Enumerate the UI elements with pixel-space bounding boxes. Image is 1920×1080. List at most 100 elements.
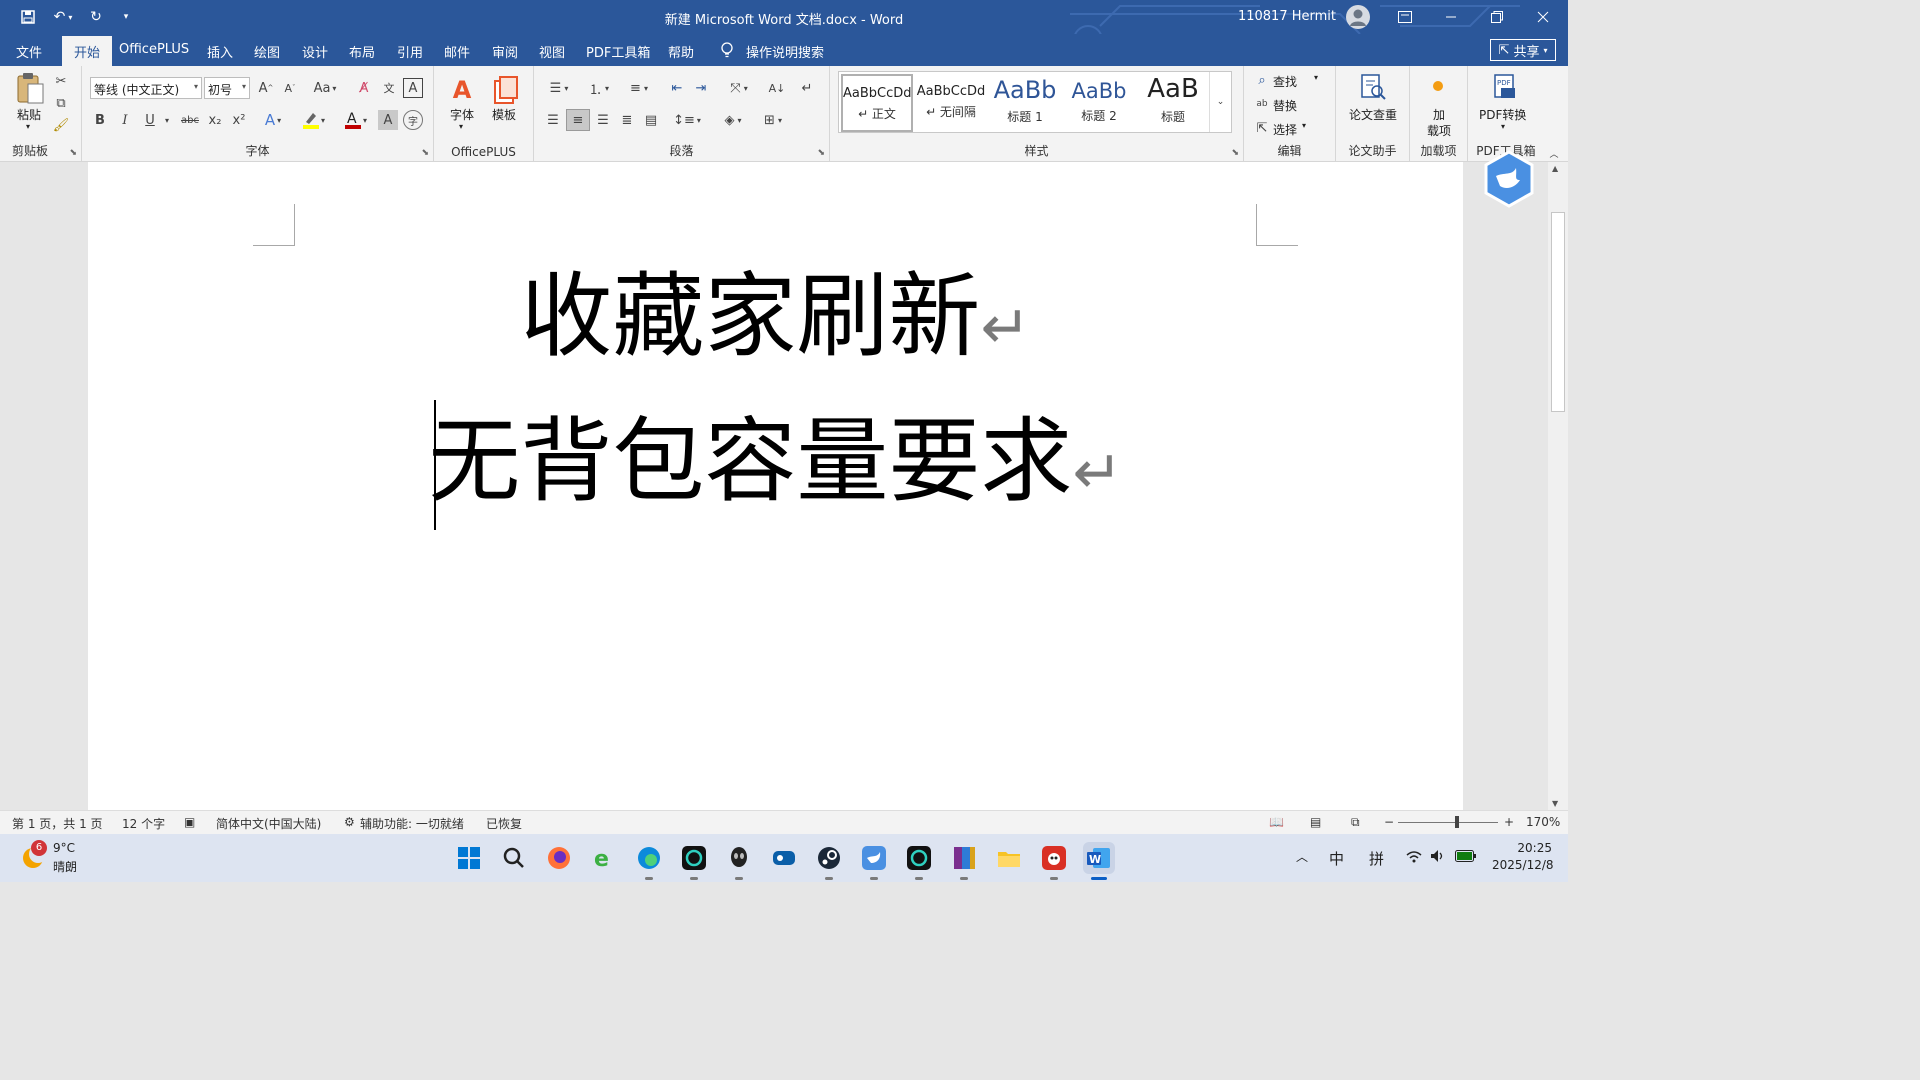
style-no-spacing[interactable]: AaBbCcDd ↵ 无间隔 (915, 74, 987, 132)
redo-icon[interactable]: ↻ (84, 6, 108, 28)
multilevel-list-icon[interactable]: ≡ ▾ (622, 78, 656, 98)
tab-view[interactable]: 视图 (539, 42, 565, 61)
increase-indent-icon[interactable]: ⇥ (690, 78, 712, 98)
customize-qat-icon[interactable]: ▾ (114, 6, 138, 28)
chevron-down-icon[interactable]: ▾ (1314, 73, 1318, 82)
bullets-icon[interactable]: ☰ ▾ (542, 78, 576, 98)
tab-layout[interactable]: 布局 (349, 42, 375, 61)
font-name-select[interactable]: 等线 (中文正文) ▾ (90, 77, 202, 99)
copy-icon[interactable]: ⧉ (52, 94, 70, 112)
text-effects-icon[interactable]: A ▾ (258, 110, 288, 130)
save-icon[interactable] (16, 6, 40, 28)
shading-icon[interactable]: ◈ ▾ (716, 110, 750, 130)
underline-button[interactable]: U (140, 110, 160, 130)
avatar[interactable] (1346, 5, 1370, 29)
tab-review[interactable]: 审阅 (492, 42, 518, 61)
tab-officeplus[interactable]: OfficePLUS (119, 42, 189, 57)
superscript-button[interactable]: x² (229, 110, 249, 130)
battery-icon[interactable] (1455, 850, 1477, 865)
chevron-down-icon[interactable]: ▾ (459, 122, 463, 131)
read-mode-icon[interactable]: 📖 (1269, 815, 1284, 829)
word-count[interactable]: 12 个字 (122, 815, 165, 832)
feishu-icon[interactable] (858, 842, 890, 880)
style-normal[interactable]: AaBbCcDd ↵ 正文 (841, 74, 913, 132)
plagiarism-check-icon[interactable] (1358, 72, 1388, 102)
temperature[interactable]: 9°C (53, 841, 75, 855)
dialog-launcher-icon[interactable]: ⬊ (1231, 148, 1239, 158)
chevron-up-icon[interactable]: ︿ (1296, 848, 1308, 865)
zoom-out-button[interactable]: − (1384, 815, 1394, 829)
tab-design[interactable]: 设计 (302, 42, 328, 61)
scroll-down-icon[interactable]: ▼ (1552, 799, 1558, 808)
start-icon[interactable] (453, 842, 485, 874)
document-paragraph[interactable]: 无背包容量要求↵ (88, 407, 1463, 528)
scroll-up-icon[interactable]: ▲ (1552, 164, 1558, 173)
zoom-level[interactable]: 170% (1526, 815, 1560, 829)
officeplus-font-button[interactable]: 字体 (450, 106, 474, 123)
word-taskbar-icon[interactable]: W (1083, 842, 1115, 880)
winrar-icon[interactable] (948, 842, 980, 880)
template-icon[interactable] (490, 74, 522, 106)
ime-language[interactable]: 中 (1329, 848, 1344, 869)
align-left-icon[interactable]: ☰ (542, 110, 564, 130)
file-explorer-icon[interactable] (993, 842, 1025, 874)
paste-icon[interactable] (14, 72, 46, 106)
tab-home[interactable]: 开始 (62, 36, 113, 66)
paste-dropdown-icon[interactable]: ▾ (26, 122, 30, 131)
share-button[interactable]: ⇱ 共享 ▾ (1490, 39, 1556, 61)
accessibility-icon[interactable]: ⚙ (344, 815, 355, 829)
cut-icon[interactable]: ✂ (52, 72, 70, 90)
numbering-icon[interactable]: ⒈ ▾ (582, 78, 616, 98)
style-heading-2[interactable]: AaBb 标题 2 (1063, 74, 1135, 132)
highlight-icon[interactable]: ▾ (296, 110, 330, 130)
tab-insert[interactable]: 插入 (207, 42, 233, 61)
char-border-icon[interactable]: A (403, 78, 423, 98)
chinese-layout-icon[interactable]: ⤧ ▾ (722, 78, 756, 98)
print-layout-icon[interactable]: ▤ (1310, 815, 1321, 829)
borders-icon[interactable]: ⊞ ▾ (756, 110, 790, 130)
wifi-icon[interactable] (1406, 850, 1422, 867)
user-name[interactable]: 110817 Hermit (1238, 9, 1336, 24)
clear-format-icon[interactable]: A̸ (354, 78, 374, 98)
chevron-down-icon[interactable]: ▾ (1501, 122, 1505, 131)
accessibility-status[interactable]: 辅助功能: 一切就绪 (360, 815, 464, 832)
edge-icon[interactable] (633, 842, 665, 880)
font-plus-icon[interactable]: A (446, 74, 478, 106)
tab-draw[interactable]: 绘图 (254, 42, 280, 61)
clock-date[interactable]: 2025/12/8 (1492, 858, 1554, 872)
restore-icon[interactable] (1474, 0, 1520, 34)
show-marks-icon[interactable]: ↵ (796, 78, 818, 98)
style-heading-1[interactable]: AaBb 标题 1 (989, 74, 1061, 132)
pdf-convert-icon[interactable]: PDF (1490, 72, 1520, 102)
lightbulb-icon[interactable] (720, 42, 734, 62)
decrease-indent-icon[interactable]: ⇤ (666, 78, 688, 98)
format-painter-icon[interactable]: 🖌 (52, 116, 70, 134)
italic-button[interactable]: I (115, 110, 135, 130)
volume-icon[interactable] (1430, 849, 1446, 866)
shrink-font-icon[interactable]: Aˇ (280, 78, 300, 98)
chevron-down-icon[interactable]: ▾ (1302, 121, 1306, 130)
plagiarism-check-button[interactable]: 论文查重 (1349, 106, 1397, 123)
paste-button[interactable]: 粘贴 (17, 106, 41, 123)
zoom-slider-thumb[interactable] (1455, 816, 1459, 828)
enclose-char-icon[interactable]: 字 (403, 110, 423, 130)
grow-font-icon[interactable]: A ^ (256, 78, 276, 98)
ime-mode[interactable]: 拼 (1369, 848, 1384, 869)
zoom-slider[interactable] (1398, 822, 1498, 823)
replace-icon[interactable]: ab (1254, 94, 1270, 114)
change-case-icon[interactable]: Aa ▾ (310, 78, 340, 98)
subscript-button[interactable]: x₂ (205, 110, 225, 130)
alienware-icon[interactable] (723, 842, 755, 880)
styles-more-icon[interactable]: ⌄ (1209, 72, 1231, 132)
tab-help[interactable]: 帮助 (668, 42, 694, 61)
addins-icon[interactable] (1430, 78, 1446, 94)
underline-dropdown-icon[interactable]: ▾ (162, 110, 172, 130)
align-right-icon[interactable]: ☰ (592, 110, 614, 130)
tab-mailings[interactable]: 邮件 (444, 42, 470, 61)
web-layout-icon[interactable]: ⧉ (1351, 815, 1360, 830)
ribbon-display-icon[interactable] (1382, 0, 1428, 34)
select-button[interactable]: 选择 (1273, 121, 1297, 138)
find-button[interactable]: 查找 (1273, 73, 1297, 90)
close-icon[interactable] (1520, 0, 1566, 34)
dialog-launcher-icon[interactable]: ⬊ (817, 148, 825, 158)
